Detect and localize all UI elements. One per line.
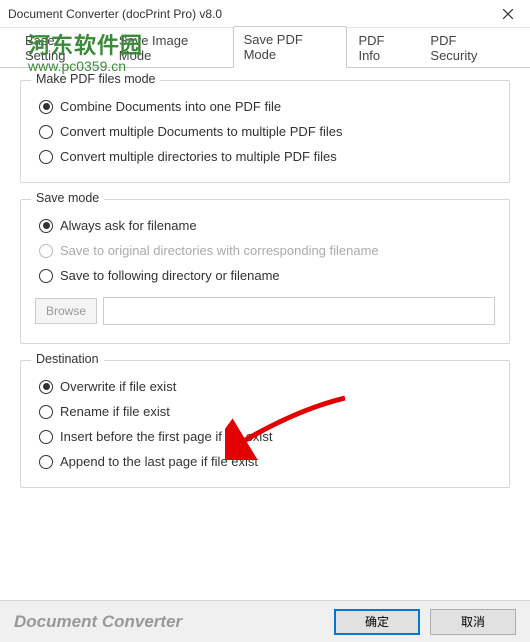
radio-always-ask[interactable]: Always ask for filename xyxy=(39,218,495,233)
ok-button[interactable]: 确定 xyxy=(334,609,420,635)
radio-label: Combine Documents into one PDF file xyxy=(60,99,281,114)
footer: Document Converter 确定 取消 xyxy=(0,600,530,642)
radio-icon xyxy=(39,430,53,444)
radio-insert-before[interactable]: Insert before the first page if file exi… xyxy=(39,429,495,444)
radio-icon xyxy=(39,455,53,469)
radio-label: Always ask for filename xyxy=(60,218,197,233)
radio-save-following-dir[interactable]: Save to following directory or filename xyxy=(39,268,495,283)
radio-icon xyxy=(39,269,53,283)
radio-label: Save to original directories with corres… xyxy=(60,243,379,258)
close-icon xyxy=(503,9,513,19)
radio-label: Rename if file exist xyxy=(60,404,170,419)
group-destination: Destination Overwrite if file exist Rena… xyxy=(20,360,510,488)
radio-combine-one-pdf[interactable]: Combine Documents into one PDF file xyxy=(39,99,495,114)
radio-multi-dirs-multi-pdf[interactable]: Convert multiple directories to multiple… xyxy=(39,149,495,164)
tab-bar: Base Setting Save Image Mode Save PDF Mo… xyxy=(0,28,530,68)
radio-icon xyxy=(39,380,53,394)
radio-overwrite[interactable]: Overwrite if file exist xyxy=(39,379,495,394)
tab-content: Make PDF files mode Combine Documents in… xyxy=(0,68,530,488)
browse-row: Browse xyxy=(35,297,495,325)
radio-label: Overwrite if file exist xyxy=(60,379,176,394)
group-title: Save mode xyxy=(31,191,104,205)
radio-icon xyxy=(39,244,53,258)
radio-icon xyxy=(39,100,53,114)
group-title: Destination xyxy=(31,352,104,366)
group-save-mode: Save mode Always ask for filename Save t… xyxy=(20,199,510,344)
tab-pdf-security[interactable]: PDF Security xyxy=(419,27,516,68)
cancel-button[interactable]: 取消 xyxy=(430,609,516,635)
radio-label: Convert multiple directories to multiple… xyxy=(60,149,337,164)
tab-save-image-mode[interactable]: Save Image Mode xyxy=(108,27,233,68)
radio-save-original-dir: Save to original directories with corres… xyxy=(39,243,495,258)
window-title: Document Converter (docPrint Pro) v8.0 xyxy=(8,7,222,21)
radio-icon xyxy=(39,219,53,233)
tab-save-pdf-mode[interactable]: Save PDF Mode xyxy=(233,26,348,68)
radio-label: Convert multiple Documents to multiple P… xyxy=(60,124,343,139)
close-button[interactable] xyxy=(486,0,530,28)
path-input[interactable] xyxy=(103,297,495,325)
tab-base-setting[interactable]: Base Setting xyxy=(14,27,108,68)
radio-icon xyxy=(39,150,53,164)
radio-label: Insert before the first page if file exi… xyxy=(60,429,272,444)
radio-icon xyxy=(39,405,53,419)
group-make-pdf-mode: Make PDF files mode Combine Documents in… xyxy=(20,80,510,183)
footer-brand: Document Converter xyxy=(14,612,324,632)
radio-label: Append to the last page if file exist xyxy=(60,454,258,469)
radio-append-last[interactable]: Append to the last page if file exist xyxy=(39,454,495,469)
browse-button[interactable]: Browse xyxy=(35,298,97,324)
group-title: Make PDF files mode xyxy=(31,72,160,86)
tab-pdf-info[interactable]: PDF Info xyxy=(347,27,419,68)
radio-multi-docs-multi-pdf[interactable]: Convert multiple Documents to multiple P… xyxy=(39,124,495,139)
titlebar: Document Converter (docPrint Pro) v8.0 xyxy=(0,0,530,28)
radio-rename[interactable]: Rename if file exist xyxy=(39,404,495,419)
radio-label: Save to following directory or filename xyxy=(60,268,280,283)
radio-icon xyxy=(39,125,53,139)
